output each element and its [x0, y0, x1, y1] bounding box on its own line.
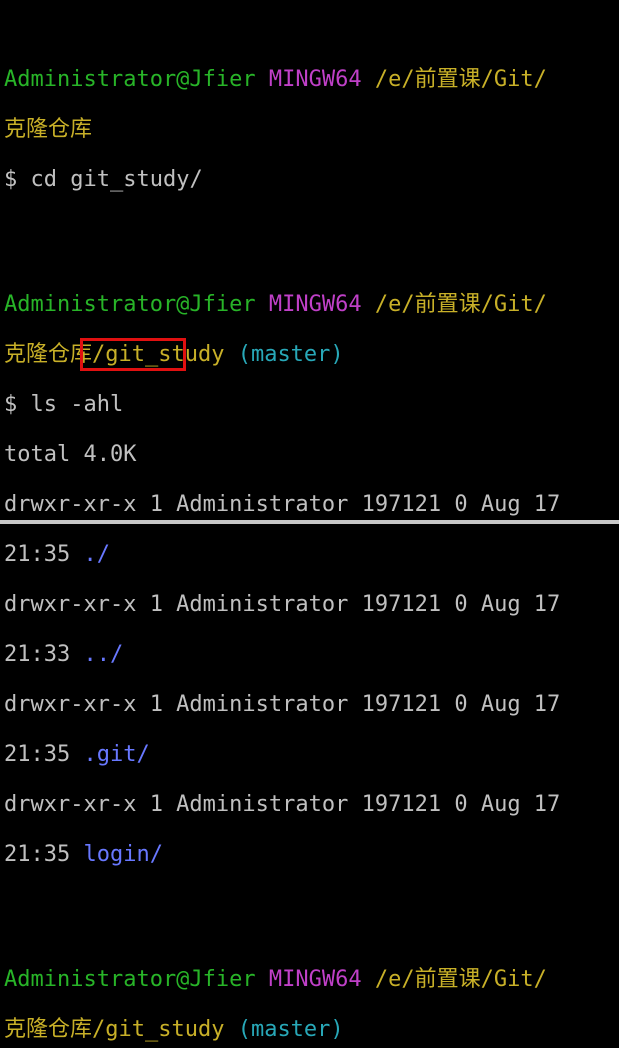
- prompt-branch: (master): [237, 1017, 344, 1042]
- prompt-shell: MINGW64: [268, 292, 362, 317]
- prompt-line: Administrator@Jfier MINGW64 /e/前置课/Git/: [4, 67, 619, 92]
- prompt-symbol: $: [4, 392, 18, 417]
- command-line: $ ls -ahl: [4, 392, 619, 417]
- listing-row-perms: drwxr-xr-x 1 Administrator 197121 0 Aug …: [4, 792, 561, 817]
- prompt-branch: (master): [237, 342, 344, 367]
- listing-row-entry: 21:35 ./: [4, 542, 619, 567]
- prompt-shell: MINGW64: [268, 67, 362, 92]
- command-text: cd git_study/: [30, 167, 203, 192]
- entry-time: 21:35: [4, 842, 71, 867]
- listing-row-perms: drwxr-xr-x 1 Administrator 197121 0 Aug …: [4, 492, 561, 517]
- listing-row-perms: drwxr-xr-x 1 Administrator 197121 0 Aug …: [4, 592, 561, 617]
- listing-row-entry: 21:35 login/: [4, 842, 619, 867]
- prompt-path-cont: 克隆仓库/git_study: [4, 342, 225, 367]
- window-bottom-border: [0, 520, 619, 524]
- entry-name-directory: login/: [83, 842, 163, 867]
- entry-name-directory: ./: [83, 542, 110, 567]
- prompt-path-continued: 克隆仓库: [4, 117, 619, 142]
- prompt-user-host: Administrator@Jfier: [4, 67, 256, 92]
- listing-total: total 4.0K: [4, 442, 137, 467]
- prompt-path: /e/前置课/Git/: [374, 292, 547, 317]
- prompt-user-host: Administrator@Jfier: [4, 967, 256, 992]
- listing-row-entry: 21:35 .git/: [4, 742, 619, 767]
- prompt-path-continued: 克隆仓库/git_study (master): [4, 342, 619, 367]
- entry-name-directory: ../: [83, 642, 124, 667]
- prompt-shell: MINGW64: [268, 967, 362, 992]
- listing-row-entry: 21:33 ../: [4, 642, 619, 667]
- entry-time: 21:35: [4, 542, 71, 567]
- listing-row-perms: drwxr-xr-x 1 Administrator 197121 0 Aug …: [4, 692, 561, 717]
- prompt-path: /e/前置课/Git/: [374, 67, 547, 92]
- entry-name-git-directory: .git/: [83, 742, 150, 767]
- prompt-path-cont: 克隆仓库/git_study: [4, 1017, 225, 1042]
- command-line: $ cd git_study/: [4, 167, 619, 192]
- prompt-line: Administrator@Jfier MINGW64 /e/前置课/Git/: [4, 967, 619, 992]
- prompt-path-continued: 克隆仓库/git_study (master): [4, 1017, 619, 1042]
- entry-time: 21:33: [4, 642, 71, 667]
- entry-time: 21:35: [4, 742, 71, 767]
- prompt-symbol: $: [4, 167, 18, 192]
- prompt-line: Administrator@Jfier MINGW64 /e/前置课/Git/: [4, 292, 619, 317]
- terminal-window[interactable]: Administrator@Jfier MINGW64 /e/前置课/Git/ …: [0, 0, 619, 1042]
- prompt-user-host: Administrator@Jfier: [4, 292, 256, 317]
- command-text: ls -ahl: [30, 392, 124, 417]
- prompt-path-cont: 克隆仓库: [4, 117, 93, 142]
- prompt-path: /e/前置课/Git/: [374, 967, 547, 992]
